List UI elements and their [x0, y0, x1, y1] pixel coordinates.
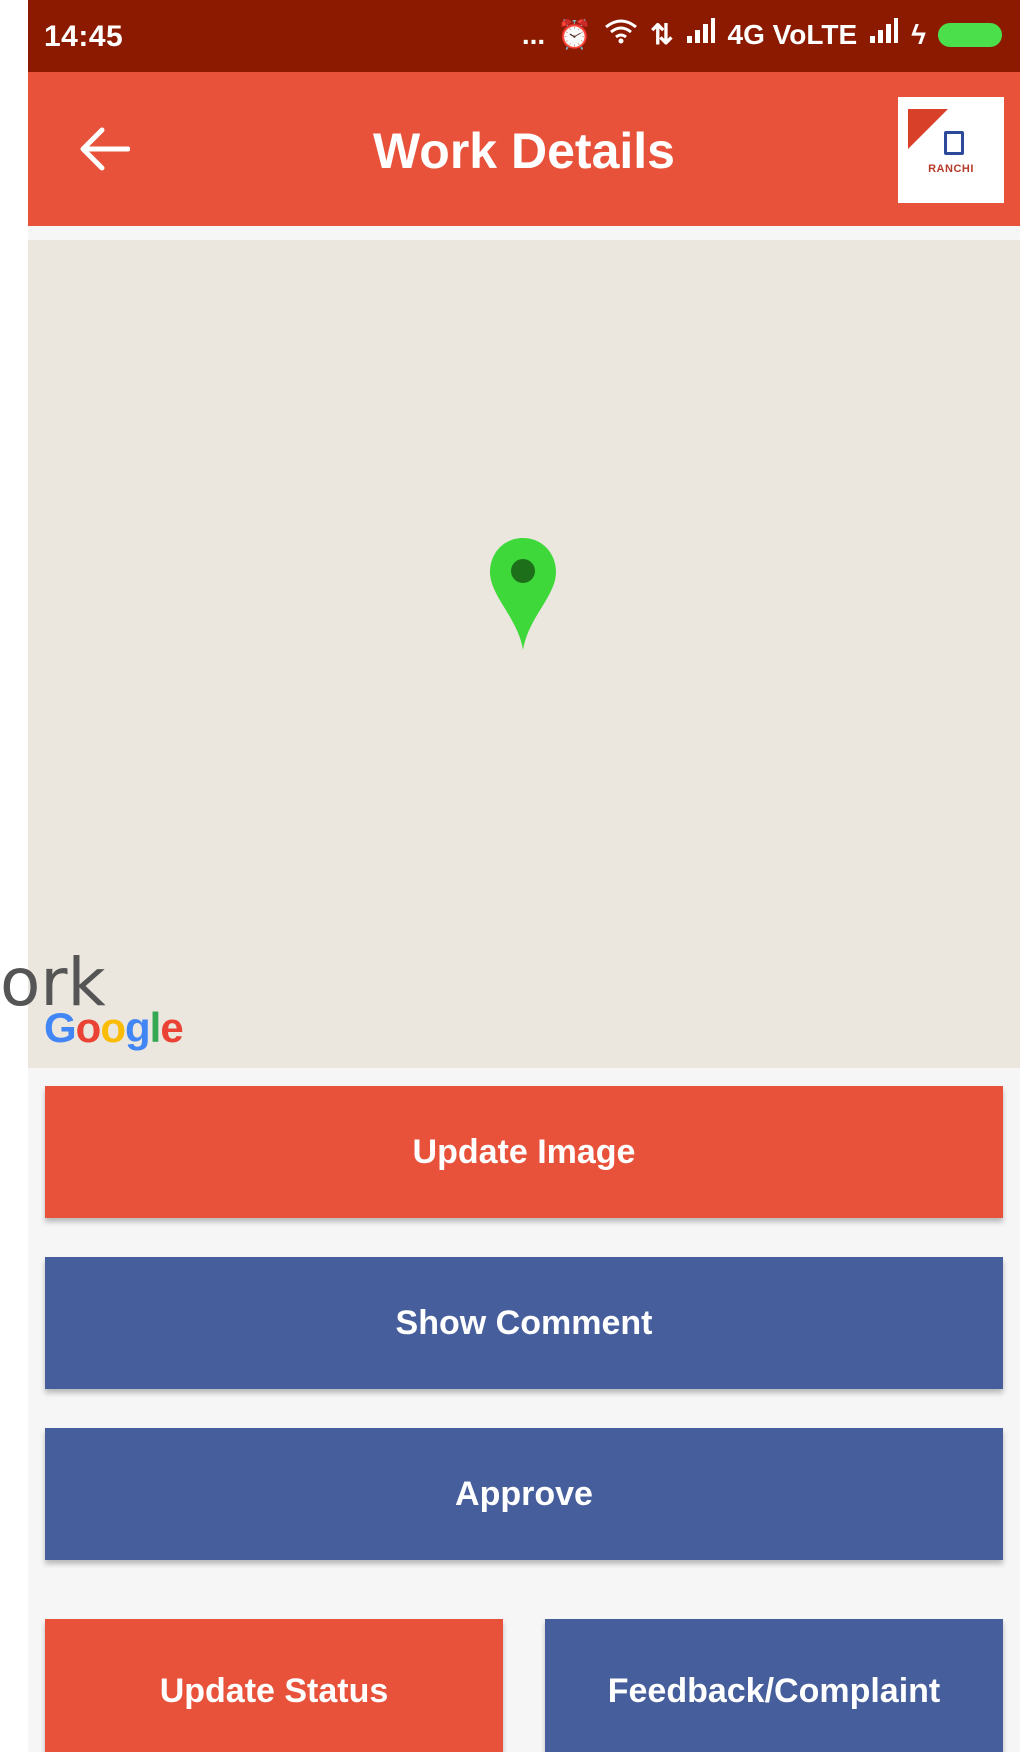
show-comment-button[interactable]: Show Comment — [45, 1257, 1003, 1389]
wifi-icon — [604, 18, 638, 51]
charging-icon: ϟ — [911, 18, 926, 50]
signal-icon-2 — [869, 18, 899, 51]
alarm-icon: ⏰ — [557, 19, 593, 50]
data-transfer-icon: ⇅ — [650, 19, 674, 50]
battery-icon — [938, 22, 1002, 47]
map-view[interactable]: Google — [28, 240, 1020, 1068]
update-status-button[interactable]: Update Status — [45, 1619, 503, 1752]
feedback-complaint-button[interactable]: Feedback/Complaint — [545, 1619, 1003, 1752]
status-icons: ... ⏰ ⇅ 4G VoLTE ϟ — [522, 18, 1002, 51]
app-logo: RANCHI — [898, 97, 1004, 203]
app-bar: Work Details RANCHI — [28, 72, 1020, 226]
status-bar: 14:45 ... ⏰ ⇅ 4G VoLTE ϟ — [28, 0, 1020, 72]
phone-screen: 14:45 ... ⏰ ⇅ 4G VoLTE ϟ Work Details RA… — [28, 0, 1020, 1752]
update-image-button[interactable]: Update Image — [45, 1086, 1003, 1218]
status-time: 14:45 — [44, 20, 124, 53]
network-type: 4G VoLTE — [727, 18, 858, 50]
google-logo: Google — [44, 1004, 184, 1051]
more-notifications-icon: ... — [521, 18, 546, 50]
signal-icon-1 — [686, 18, 716, 51]
page-title: Work Details — [373, 123, 675, 179]
logo-triangle-icon — [908, 109, 948, 149]
location-pin-icon[interactable] — [488, 536, 558, 652]
logo-text: RANCHI — [928, 163, 974, 175]
logo-mark-icon — [944, 131, 964, 155]
approve-button[interactable]: Approve — [45, 1428, 1003, 1560]
